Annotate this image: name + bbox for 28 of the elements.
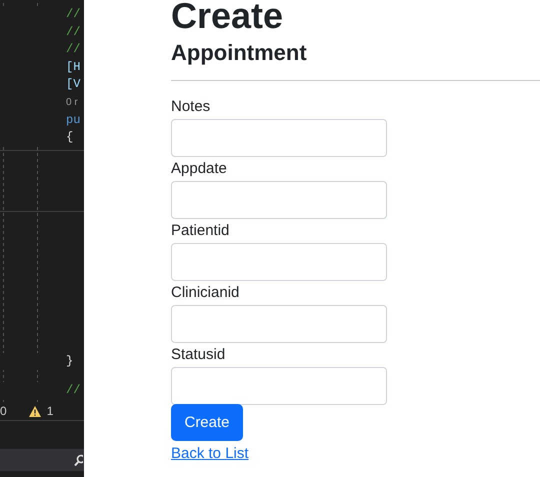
field-label: Appdate <box>171 159 227 179</box>
field-label: Statusid <box>171 345 226 365</box>
search-icon[interactable] <box>74 454 83 466</box>
input-field[interactable] <box>171 119 387 157</box>
code-line: // <box>66 24 80 39</box>
code-line: { <box>66 130 74 144</box>
page-subtitle: Appointment <box>171 40 308 66</box>
error-count: 0 <box>0 404 7 418</box>
page-title: Create <box>171 0 284 37</box>
back-link[interactable]: Back to List <box>171 443 249 465</box>
input-field[interactable] <box>171 181 387 219</box>
field-label: Patientid <box>171 221 230 241</box>
input-field[interactable] <box>171 305 387 343</box>
create-button[interactable]: Create <box>171 404 243 441</box>
code-line: // <box>66 383 80 398</box>
field-label: Clinicianid <box>171 283 240 303</box>
code-line: } <box>66 354 74 368</box>
warning-icon <box>28 406 41 416</box>
field-label: Notes <box>171 97 210 117</box>
warning-count: 1 <box>46 404 54 418</box>
code-lens[interactable]: 0 r <box>66 96 78 108</box>
code-line: // <box>66 42 80 56</box>
code-line: [H <box>66 60 80 74</box>
input-field[interactable] <box>171 243 387 281</box>
input-field[interactable] <box>171 367 387 405</box>
code-line: // <box>66 7 80 21</box>
code-line: [V <box>66 77 80 92</box>
code-line: pu <box>66 112 80 127</box>
